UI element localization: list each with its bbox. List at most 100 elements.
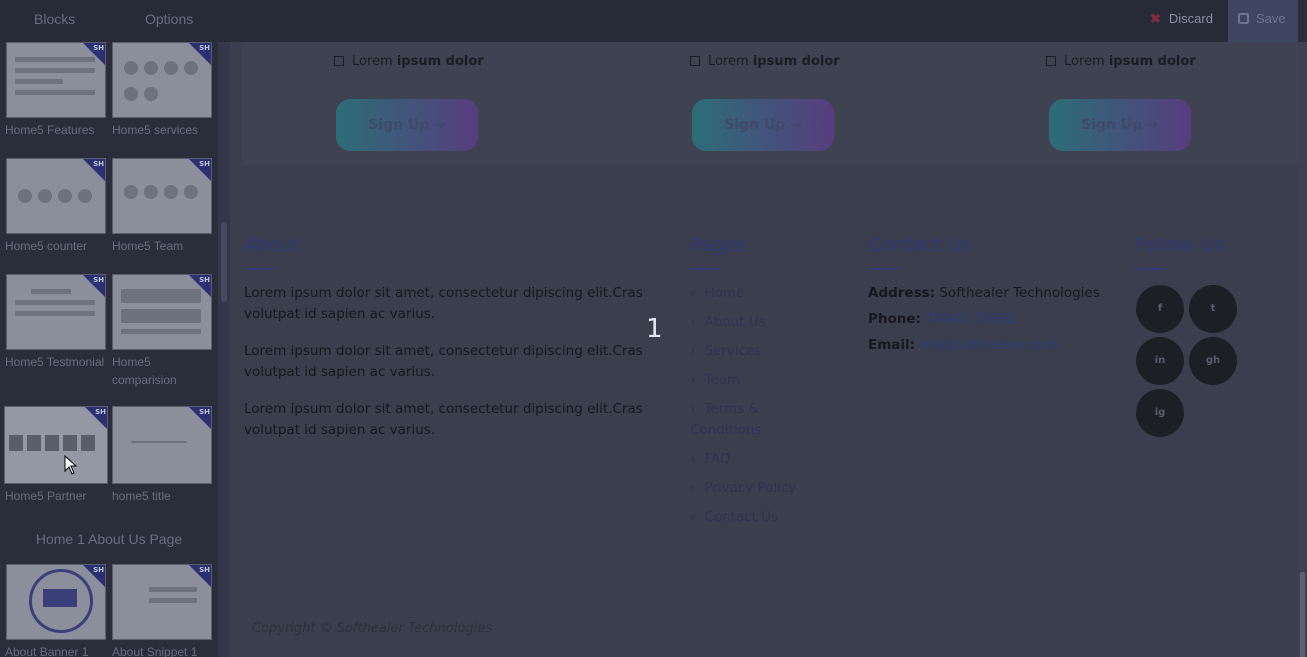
link-bold: ipsum dolor: [396, 54, 484, 69]
phone-label: Phone:: [868, 311, 921, 327]
address-value: Softhealer Technologies: [939, 285, 1100, 301]
footer-link-contact[interactable]: › Contact Us: [690, 507, 778, 528]
external-link-icon: [690, 56, 700, 66]
sidebar-section-title: Home 1 About Us Page: [35, 531, 183, 547]
instagram-icon[interactable]: ig: [1136, 389, 1184, 437]
external-link[interactable]: Lorem ipsum dolor: [1046, 54, 1196, 69]
pages-heading: Pages: [690, 234, 746, 256]
twitter-icon[interactable]: t: [1189, 285, 1237, 333]
link-label: Privacy Policy: [704, 480, 797, 496]
scrollbar-thumb[interactable]: [1300, 572, 1305, 657]
footer-link-services[interactable]: › Services: [690, 341, 761, 362]
block-caption: Home5 Testmonial: [5, 355, 105, 369]
thumb-preview-inner: [43, 589, 77, 607]
block-thumb-about-banner-1[interactable]: SH: [6, 564, 106, 640]
about-paragraph: Lorem ipsum dolor sit amet, consectetur …: [244, 343, 643, 380]
signup-button[interactable]: Sign Up ➔: [1049, 99, 1191, 151]
external-link[interactable]: Lorem ipsum dolor: [334, 54, 484, 69]
footer-link-home[interactable]: › Home: [690, 283, 744, 304]
block-caption: About Snippet 1: [112, 645, 198, 657]
brand-tag-text: SH: [93, 276, 104, 284]
block-caption: About Banner 1: [5, 645, 89, 657]
about-paragraph: Lorem ipsum dolor sit amet, consectetur …: [244, 285, 643, 322]
block-caption: Home5 services: [112, 123, 199, 137]
sign-in-icon: ➔: [790, 117, 802, 133]
tab-blocks[interactable]: Blocks: [34, 11, 75, 27]
discard-button[interactable]: ✖ Discard: [1150, 11, 1213, 27]
link-label: Team: [704, 372, 741, 388]
link-label: Home: [704, 285, 745, 301]
github-icon[interactable]: gh: [1189, 337, 1237, 385]
block-caption: Home5 Team: [112, 239, 184, 253]
block-thumb-home5-team[interactable]: SH: [112, 158, 212, 234]
scrollbar-thumb[interactable]: [221, 222, 227, 302]
footer-link-about[interactable]: › About Us: [690, 312, 766, 333]
heading-underline: [244, 268, 274, 270]
link-label: Terms & Conditions: [690, 401, 762, 438]
block-thumb-home5-testmonial[interactable]: SH: [6, 274, 106, 350]
block-thumb-home5-features[interactable]: SH: [6, 42, 106, 118]
block-thumb-about-snippet-1[interactable]: SH: [112, 564, 212, 640]
link-label: About Us: [704, 314, 766, 330]
brand-tag-text: SH: [95, 408, 106, 416]
tab-options[interactable]: Options: [145, 11, 193, 27]
footer-link-team[interactable]: › Team: [690, 370, 740, 391]
discard-label: Discard: [1168, 11, 1213, 26]
about-paragraph: Lorem ipsum dolor sit amet, consectetur …: [244, 401, 643, 438]
block-thumb-home5-title[interactable]: SH: [112, 406, 212, 484]
signup-button[interactable]: Sign Up ➔: [336, 99, 478, 151]
phone-link[interactable]: 79845 75681: [925, 311, 1015, 327]
block-thumb-home5-partner[interactable]: SH: [4, 406, 108, 484]
brand-tag-text: SH: [199, 160, 210, 168]
footer-link-terms[interactable]: › Terms & Conditions: [690, 399, 800, 441]
contact-phone: Phone: 79845 75681: [868, 311, 1015, 327]
facebook-icon[interactable]: f: [1136, 285, 1184, 333]
block-caption: Home5 Partner: [5, 489, 87, 503]
toolbar-edge: [1298, 0, 1307, 42]
sign-in-icon: ➔: [434, 117, 446, 133]
contact-email: Email: info@softhealer.com: [868, 337, 1058, 353]
brand-tag-text: SH: [199, 566, 210, 574]
email-link[interactable]: info@softhealer.com: [919, 337, 1058, 353]
email-label: Email:: [868, 337, 916, 353]
block-caption: Home5 comparision: [112, 355, 177, 387]
follow-heading: Follow Us: [1135, 234, 1225, 256]
contact-address: Address: Softhealer Technologies: [868, 285, 1100, 301]
canvas-scrollbar[interactable]: [1298, 42, 1307, 657]
brand-tag-text: SH: [93, 160, 104, 168]
block-caption: home5 title: [112, 489, 171, 503]
link-label: Contact Us: [704, 509, 779, 525]
thumb-preview: [121, 441, 201, 483]
footer-link-faq[interactable]: › FAQ: [690, 449, 731, 470]
sidebar-scrollbar[interactable]: [218, 42, 230, 657]
chevron-right-icon: ›: [690, 285, 696, 301]
block-caption: Home5 Features: [5, 123, 95, 137]
block-thumb-home5-comparision[interactable]: SH: [112, 274, 212, 350]
close-icon: ✖: [1150, 11, 1161, 26]
heading-underline: [868, 268, 898, 270]
chevron-right-icon: ›: [690, 372, 696, 388]
sign-in-icon: ➔: [1147, 117, 1159, 133]
block-thumb-home5-services[interactable]: SH: [112, 42, 212, 118]
signup-label: Sign Up: [368, 117, 430, 133]
chevron-right-icon: ›: [690, 509, 696, 525]
link-bold: ipsum dolor: [1108, 54, 1196, 69]
linkedin-icon[interactable]: in: [1136, 337, 1184, 385]
external-link-icon: [334, 56, 344, 66]
address-label: Address:: [868, 285, 936, 301]
brand-tag-text: SH: [199, 276, 210, 284]
thumb-preview: [15, 185, 95, 233]
signup-button[interactable]: Sign Up ➔: [692, 99, 834, 151]
brand-tag-text: SH: [199, 408, 210, 416]
blocks-sidebar: SH Home5 Features SH Home5 services SH H…: [0, 42, 218, 657]
footer-link-privacy[interactable]: › Privacy Policy: [690, 478, 796, 499]
save-button[interactable]: Save: [1228, 0, 1298, 42]
brand-tag-text: SH: [199, 44, 210, 52]
link-bold: ipsum dolor: [752, 54, 840, 69]
chevron-right-icon: ›: [690, 314, 696, 330]
external-link[interactable]: Lorem ipsum dolor: [690, 54, 840, 69]
copyright-text: Copyright © Softhealer Technologies: [252, 621, 493, 636]
about-heading: About: [244, 234, 301, 256]
brand-tag-text: SH: [93, 44, 104, 52]
block-thumb-home5-counter[interactable]: SH: [6, 158, 106, 234]
